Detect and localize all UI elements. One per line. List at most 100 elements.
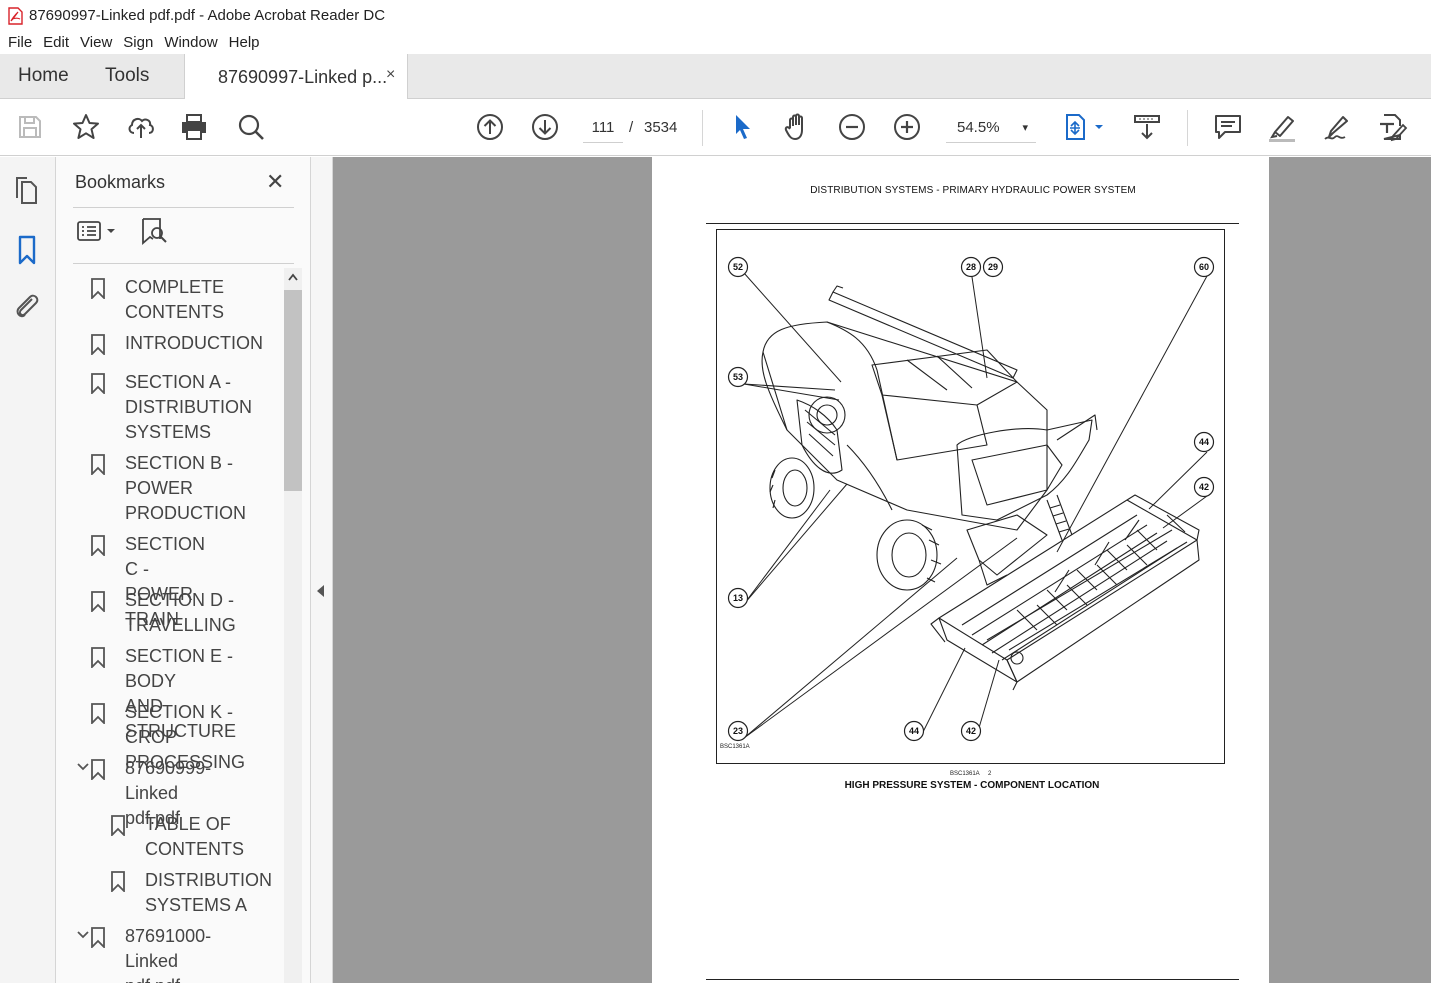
edit-pdf-icon[interactable] [1376,111,1408,143]
bookmarks-divider [73,207,294,208]
figure-frame: 52 28 29 60 53 44 42 13 23 44 42 BSC1361… [716,229,1225,764]
footer-rule [706,979,1239,980]
menu-edit[interactable]: Edit [43,34,69,51]
page-number-input[interactable]: 111 [583,113,623,143]
highlight-pen-icon[interactable] [1266,111,1298,143]
bookmark-icon [111,871,125,892]
bookmarks-scroll-thumb[interactable] [284,290,302,491]
upload-cloud-icon[interactable] [125,111,157,143]
bookmark-icon [91,647,105,668]
callout-13: 13 [733,593,743,603]
menu-view[interactable]: View [80,34,112,51]
bookmark-label: 87691000-Linked pdf.pdf [125,926,212,983]
callout-42: 42 [1199,482,1209,492]
bookmark-label: DISTRIBUTION SYSTEMS A [145,870,273,915]
tab-document[interactable]: 87690997-Linked p... × [184,54,408,100]
bookmark-label: SECTION A - DISTRIBUTION SYSTEMS [125,372,253,442]
sign-pen-icon[interactable] [1321,111,1353,143]
save-icon[interactable] [14,111,46,143]
window-title: 87690997-Linked pdf.pdf - Adobe Acrobat … [29,7,386,24]
bookmark-icon [91,334,105,355]
page-separator: / [629,119,634,136]
tab-home[interactable]: Home [18,65,69,87]
expand-bookmark-icon[interactable] [140,217,170,247]
toolbar-divider [702,110,703,146]
fit-page-icon[interactable] [1060,111,1108,143]
toolbar-divider-2 [1187,110,1188,146]
menu-sign[interactable]: Sign [123,34,153,51]
zoom-in-icon[interactable] [891,111,923,143]
page-header: DISTRIBUTION SYSTEMS - PRIMARY HYDRAULIC… [810,185,1136,196]
next-page-icon[interactable] [529,111,561,143]
chevron-down-icon[interactable] [76,928,90,942]
bookmark-icon [91,535,105,556]
bookmarks-panel: Bookmarks ✕ COMPLETE CONTENTS INTRODUCTI… [56,157,311,983]
menu-help[interactable]: Help [229,34,260,51]
scroll-up-icon[interactable] [287,272,299,282]
title-bar: 87690997-Linked pdf.pdf - Adobe Acrobat … [0,0,1431,31]
bookmark-label: SECTION B - POWER PRODUCTION [125,453,246,523]
tab-tools[interactable]: Tools [105,65,149,87]
chevron-down-icon[interactable] [76,760,90,774]
bookmark-label: COMPLETE CONTENTS [125,277,225,322]
collapse-panel-strip[interactable] [311,157,333,983]
select-cursor-icon[interactable] [726,111,758,143]
callout-28: 28 [966,262,976,272]
menu-window[interactable]: Window [164,34,217,51]
search-icon[interactable] [235,111,267,143]
zoom-out-icon[interactable] [836,111,868,143]
document-tab-label: 87690997-Linked p... [218,67,388,87]
callout-44: 44 [1199,437,1209,447]
bookmarks-divider-2 [73,263,294,264]
chevron-down-icon: ▾ [1022,122,1028,134]
bookmark-label: TABLE OF CONTENTS [145,814,244,859]
attachment-icon[interactable] [11,290,43,322]
callout-44-lower: 44 [909,726,919,736]
bookmarks-title: Bookmarks [75,172,166,192]
page-thumbnails-icon[interactable] [11,175,43,207]
acrobat-app-icon [8,6,23,25]
figure-number: 2 [988,771,992,777]
callout-42-lower: 42 [966,726,976,736]
bookmark-icon [91,703,105,724]
close-panel-button[interactable]: ✕ [266,169,284,195]
bookmark-tree: COMPLETE CONTENTS INTRODUCTION SECTION A… [73,265,283,983]
menu-file[interactable]: File [8,34,32,51]
bookmark-label: SECTION D - TRAVELLING [125,590,236,635]
previous-page-icon[interactable] [474,111,506,143]
bookmark-icon [111,815,125,836]
document-viewer[interactable]: DISTRIBUTION SYSTEMS - PRIMARY HYDRAULIC… [333,157,1431,983]
callout-53: 53 [733,372,743,382]
print-icon[interactable] [178,111,210,143]
close-tab-button[interactable]: × [386,66,395,84]
bookmark-panel-icon[interactable] [11,234,43,266]
collapse-arrow-icon[interactable] [317,585,324,597]
combine-harvester-illustration: 52 28 29 60 53 44 42 13 23 44 42 [727,256,1215,742]
bookmark-label: INTRODUCTION [125,333,263,353]
callout-60: 60 [1199,262,1209,272]
toolbar [0,99,1431,156]
bookmark-icon [91,373,105,394]
tab-bar: Home Tools 87690997-Linked p... × [0,54,1431,100]
bookmark-icon [91,927,105,948]
comment-icon[interactable] [1212,111,1244,143]
callout-29: 29 [988,262,998,272]
left-rail [0,157,56,983]
bookmark-options-icon[interactable] [76,217,120,247]
figure-code: BSC1361A [720,744,750,750]
figure-caption: HIGH PRESSURE SYSTEM - COMPONENT LOCATIO… [844,780,1100,791]
bookmark-icon [91,454,105,475]
pdf-page: DISTRIBUTION SYSTEMS - PRIMARY HYDRAULIC… [652,157,1269,983]
zoom-value: 54.5% [957,119,1000,136]
hand-tool-icon[interactable] [781,111,813,143]
scroll-mode-icon[interactable] [1131,111,1163,143]
callout-23: 23 [733,726,743,736]
header-rule [706,223,1239,224]
figure-code-small: BSC1361A [950,771,980,777]
menu-bar: File Edit View Sign Window Help [0,31,1431,53]
bookmark-icon [91,759,105,780]
zoom-select[interactable]: 54.5% ▾ [946,113,1036,143]
page-total: 3534 [644,119,678,136]
bookmark-icon [91,278,105,299]
star-icon[interactable] [70,111,102,143]
